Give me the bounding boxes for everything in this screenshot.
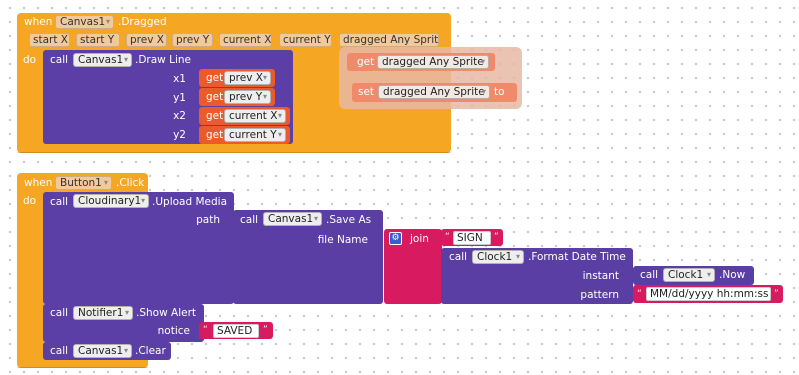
gear-icon[interactable]: ⚙ (389, 232, 402, 245)
method-upload-media: .Upload Media (152, 196, 228, 208)
param-prev-y[interactable]: prev Y (172, 33, 213, 47)
when-keyword: when (24, 177, 53, 189)
chevron-down-icon: ▾ (277, 111, 282, 120)
text-sign-block[interactable]: “ SIGN ” (441, 229, 503, 246)
component-dropdown-canvas1-saveas[interactable]: Canvas1 ▾ (263, 212, 322, 226)
chevron-down-icon: ▾ (123, 346, 128, 355)
variable-dropdown-prev-x[interactable]: prev X ▾ (224, 71, 271, 85)
get-dragged-any-sprite-block[interactable]: get dragged Any Sprite ▾ (347, 53, 495, 71)
chevron-down-icon: ▾ (262, 92, 267, 101)
component-dropdown-button1[interactable]: Button1 ▾ (55, 176, 112, 190)
text-saved-field[interactable]: SAVED (213, 324, 259, 338)
method-show-alert: .Show Alert (136, 307, 197, 319)
param-dragged-any-sprite[interactable]: dragged Any Sprite (339, 33, 439, 47)
variable-dropdown-prev-y[interactable]: prev Y ▾ (224, 90, 271, 104)
param-start-x[interactable]: start X (29, 33, 70, 47)
text-pattern-block[interactable]: “ MM/dd/yyyy hh:mm:ss a ” (633, 285, 783, 303)
arg-y1-label: y1 (173, 92, 186, 104)
arg-x2-label: x2 (173, 110, 186, 122)
variable-dropdown-current-y[interactable]: current Y ▾ (224, 128, 286, 142)
chevron-down-icon: ▾ (313, 214, 318, 223)
chevron-down-icon: ▾ (480, 57, 485, 66)
method-draw-line: .Draw Line (135, 54, 191, 66)
variable-dropdown-current-x[interactable]: current X ▾ (224, 109, 286, 123)
event-block-shadow (17, 152, 451, 153)
method-save-as: .Save As (326, 214, 372, 226)
method-format-date-time: .Format Date Time (528, 251, 626, 263)
arg-x1-label: x1 (173, 73, 186, 85)
join-label: join (410, 233, 429, 245)
param-prev-x[interactable]: prev X (126, 33, 167, 47)
clock-now-call-block[interactable]: call Clock1 ▾ .Now (633, 266, 754, 285)
arg-notice-label: notice (157, 325, 190, 337)
param-start-y[interactable]: start Y (76, 33, 120, 47)
component-dropdown-clock1[interactable]: Clock1 ▾ (472, 250, 524, 264)
arg-pattern-label: pattern (580, 289, 619, 301)
clear-call-block[interactable]: call Canvas1 ▾ .Clear (43, 342, 171, 360)
call-keyword: call (50, 54, 69, 66)
event-name-label: .Dragged (118, 16, 167, 28)
param-current-y[interactable]: current Y (279, 33, 332, 47)
chevron-down-icon: ▾ (277, 130, 282, 139)
arg-path-label: path (196, 214, 220, 226)
get-prev-y-block[interactable]: get prev Y ▾ (199, 88, 275, 106)
arg-file-name-label: file Name (317, 234, 368, 246)
component-dropdown-clock1-now[interactable]: Clock1 ▾ (663, 268, 715, 282)
method-now: .Now (719, 269, 746, 281)
chevron-down-icon: ▾ (123, 55, 128, 64)
text-pattern-field[interactable]: MM/dd/yyyy hh:mm:ss a (646, 287, 771, 301)
upload-media-call-block[interactable] (43, 192, 234, 304)
component-dropdown-canvas1[interactable]: Canvas1 ▾ (55, 15, 114, 29)
chevron-down-icon: ▾ (124, 308, 129, 317)
event-name-label: .Click (116, 177, 145, 189)
method-clear: .Clear (135, 345, 166, 357)
do-keyword: do (23, 195, 37, 207)
component-dropdown-cloudinary1[interactable]: Cloudinary1 ▾ (73, 194, 149, 208)
get-current-y-block[interactable]: get current Y ▾ (199, 126, 290, 144)
chevron-down-icon: ▾ (481, 87, 486, 96)
chevron-down-icon: ▾ (105, 17, 110, 26)
when-keyword: when (24, 16, 53, 28)
component-dropdown-canvas1-clear[interactable]: Canvas1 ▾ (73, 344, 132, 358)
chevron-down-icon: ▾ (706, 270, 711, 279)
variable-dropdown-dragged-any-sprite[interactable]: dragged Any Sprite ▾ (377, 55, 489, 69)
text-saved-block[interactable]: “ SAVED ” (199, 322, 273, 339)
variable-dropdown-set-dragged-any-sprite[interactable]: dragged Any Sprite ▾ (378, 85, 490, 99)
do-keyword: do (23, 54, 37, 66)
arg-y2-label: y2 (173, 129, 186, 141)
chevron-down-icon: ▾ (515, 252, 520, 261)
chevron-down-icon: ▾ (140, 196, 145, 205)
component-dropdown-canvas1-call[interactable]: Canvas1 ▾ (73, 53, 132, 67)
component-dropdown-notifier1[interactable]: Notifier1 ▾ (73, 306, 133, 320)
event-block-shadow (17, 367, 148, 368)
get-current-x-block[interactable]: get current X ▾ (199, 107, 290, 125)
param-current-x[interactable]: current X (219, 33, 272, 47)
text-sign-field[interactable]: SIGN (453, 231, 491, 245)
chevron-down-icon: ▾ (103, 178, 108, 187)
set-dragged-any-sprite-block[interactable]: set dragged Any Sprite ▾ to (352, 83, 517, 102)
get-prev-x-block[interactable]: get prev X ▾ (199, 69, 275, 87)
arg-instant-label: instant (582, 270, 619, 282)
chevron-down-icon: ▾ (262, 73, 267, 82)
